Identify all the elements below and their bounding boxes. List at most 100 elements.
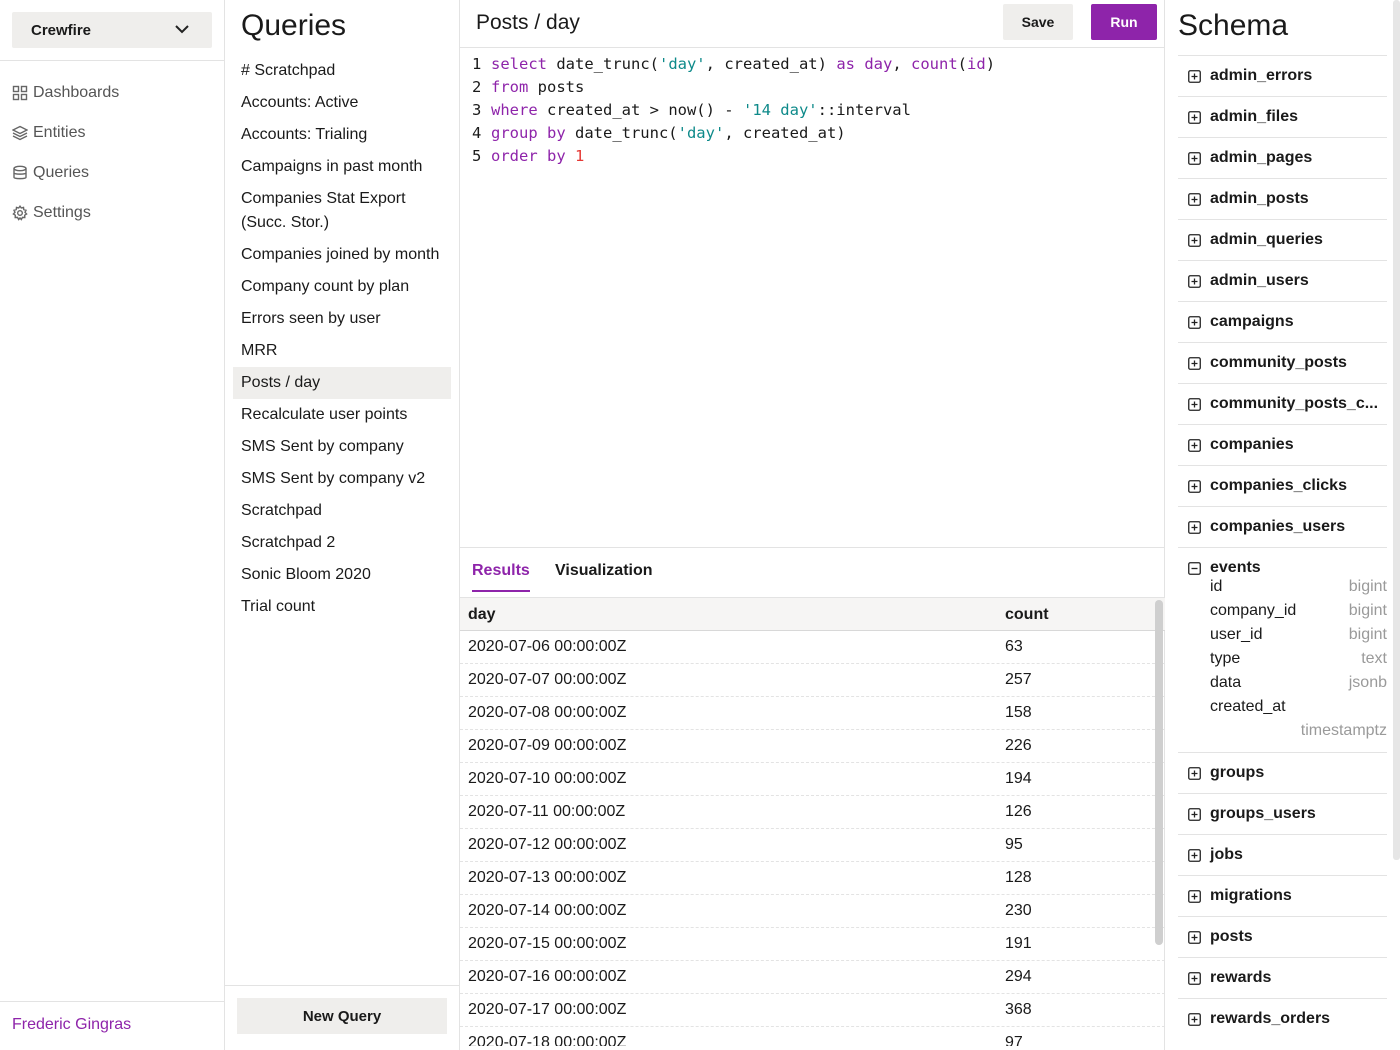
tab-results[interactable]: Results: [472, 562, 530, 592]
schema-table-toggle[interactable]: migrations: [1178, 876, 1387, 916]
run-button[interactable]: Run: [1091, 4, 1157, 40]
cell-day: 2020-07-10 00:00:00Z: [468, 770, 627, 787]
query-item[interactable]: Companies Stat Export (Succ. Stor.): [233, 183, 451, 239]
results-scrollbar[interactable]: [1155, 600, 1163, 945]
expand-icon: [1188, 480, 1201, 493]
save-button[interactable]: Save: [1003, 4, 1073, 40]
column-header-day[interactable]: day: [468, 606, 496, 624]
query-item[interactable]: SMS Sent by company v2: [233, 463, 451, 495]
schema-table-toggle[interactable]: admin_posts: [1178, 179, 1387, 219]
results-divider: [460, 547, 1165, 548]
schema-table-toggle[interactable]: companies: [1178, 425, 1387, 465]
schema-table-toggle[interactable]: groups: [1178, 753, 1387, 793]
table-row: 2020-07-17 00:00:00Z 368: [460, 994, 1165, 1027]
expand-icon: [1188, 890, 1201, 903]
query-item[interactable]: Companies joined by month: [233, 239, 451, 271]
schema-scrollbar[interactable]: [1393, 0, 1400, 860]
schema-table: migrations: [1178, 875, 1387, 916]
query-item[interactable]: Trial count: [233, 591, 451, 623]
schema-table: admin_errors: [1178, 55, 1387, 96]
results-table: 2020-07-06 00:00:00Z 63 2020-07-07 00:00:…: [460, 631, 1165, 1046]
current-user-link[interactable]: Frederic Gingras: [12, 1016, 131, 1034]
table-row: 2020-07-15 00:00:00Z 191: [460, 928, 1165, 961]
query-item[interactable]: # Scratchpad: [233, 55, 451, 87]
code-line: 5 order by 1: [472, 145, 995, 168]
cell-count: 158: [1005, 704, 1032, 721]
schema-table-toggle[interactable]: jobs: [1178, 835, 1387, 875]
nav-item-label: Settings: [33, 204, 91, 221]
schema-table-toggle[interactable]: admin_users: [1178, 261, 1387, 301]
query-item[interactable]: Accounts: Active: [233, 87, 451, 119]
schema-table: rewards: [1178, 957, 1387, 998]
schema-table-toggle[interactable]: rewards: [1178, 958, 1387, 998]
cell-day: 2020-07-11 00:00:00Z: [468, 803, 626, 820]
schema-table: admin_users: [1178, 260, 1387, 301]
nav-item-label: Queries: [33, 164, 90, 181]
table-row: 2020-07-14 00:00:00Z 230: [460, 895, 1165, 928]
line-number: 4: [472, 124, 482, 142]
schema-table-toggle[interactable]: groups_users: [1178, 794, 1387, 834]
code-line: 2 from posts: [472, 76, 995, 99]
cell-count: 194: [1005, 770, 1032, 787]
database-icon: [13, 165, 27, 180]
org-name: Crewfire: [31, 21, 92, 39]
schema-table-name: events: [1210, 559, 1261, 576]
schema-column-name: data: [1210, 674, 1242, 691]
nav-item-entities[interactable]: Entities: [12, 121, 85, 145]
schema-table-toggle[interactable]: admin_files: [1178, 97, 1387, 137]
query-item[interactable]: Errors seen by user: [233, 303, 451, 335]
cell-count: 128: [1005, 869, 1032, 886]
schema-table-toggle[interactable]: admin_errors: [1178, 56, 1387, 96]
nav-footer-divider: [0, 1001, 224, 1002]
schema-title: Schema: [1178, 9, 1289, 42]
nav-item-queries[interactable]: Queries: [12, 161, 89, 185]
schema-table: companies_users: [1178, 506, 1387, 547]
query-item[interactable]: Company count by plan: [233, 271, 451, 303]
schema-table-toggle[interactable]: posts: [1178, 917, 1387, 957]
schema-table-toggle[interactable]: admin_pages: [1178, 138, 1387, 178]
schema-column-name: company_id: [1210, 602, 1297, 619]
expand-icon: [1188, 357, 1201, 370]
cell-day: 2020-07-18 00:00:00Z: [468, 1034, 627, 1046]
schema-table-name: admin_users: [1210, 272, 1309, 289]
cell-day: 2020-07-15 00:00:00Z: [468, 935, 627, 952]
table-row: 2020-07-13 00:00:00Z 128: [460, 862, 1165, 895]
cell-day: 2020-07-13 00:00:00Z: [468, 869, 627, 886]
schema-table-name: groups_users: [1210, 805, 1316, 822]
schema-table-name: companies: [1210, 436, 1294, 453]
schema-table-toggle[interactable]: community_posts: [1178, 343, 1387, 383]
schema-table-toggle[interactable]: community_posts_c...: [1178, 384, 1387, 424]
query-item[interactable]: SMS Sent by company: [233, 431, 451, 463]
grid-icon: [12, 85, 28, 101]
org-selector[interactable]: Crewfire: [12, 12, 212, 48]
query-item[interactable]: MRR: [233, 335, 451, 367]
query-item-active[interactable]: Posts / day: [233, 367, 451, 399]
query-item[interactable]: Recalculate user points: [233, 399, 451, 431]
query-item[interactable]: Campaigns in past month: [233, 151, 451, 183]
schema-table: rewards_orders: [1178, 998, 1387, 1039]
code-line: 3 where created_at > now() - '14 day'::in…: [472, 99, 995, 122]
tab-visualization[interactable]: Visualization: [555, 562, 653, 590]
table-row: 2020-07-09 00:00:00Z 226: [460, 730, 1165, 763]
schema-table-name: posts: [1210, 928, 1253, 945]
schema-column: data jsonb: [1210, 672, 1387, 696]
column-header-count[interactable]: count: [1005, 606, 1049, 624]
query-item[interactable]: Scratchpad: [233, 495, 451, 527]
schema-column-type: jsonb: [1348, 674, 1387, 691]
schema-table: admin_posts: [1178, 178, 1387, 219]
sql-editor[interactable]: 1 select date_trunc('day', created_at) as…: [472, 53, 995, 168]
schema-table-toggle[interactable]: campaigns: [1178, 302, 1387, 342]
schema-table-toggle[interactable]: admin_queries: [1178, 220, 1387, 260]
schema-table-toggle[interactable]: rewards_orders: [1178, 999, 1387, 1039]
schema-table-toggle[interactable]: companies_users: [1178, 507, 1387, 547]
new-query-button[interactable]: New Query: [237, 998, 447, 1034]
nav-item-dashboards[interactable]: Dashboards: [12, 81, 119, 105]
layers-icon: [12, 125, 28, 141]
schema-table: events id bigint company_id bigint user_id big…: [1178, 547, 1387, 752]
query-item[interactable]: Scratchpad 2: [233, 527, 451, 559]
query-item[interactable]: Sonic Bloom 2020: [233, 559, 451, 591]
expand-icon: [1188, 808, 1201, 821]
nav-item-settings[interactable]: Settings: [12, 201, 91, 225]
query-item[interactable]: Accounts: Trialing: [233, 119, 451, 151]
schema-table-toggle[interactable]: companies_clicks: [1178, 466, 1387, 506]
